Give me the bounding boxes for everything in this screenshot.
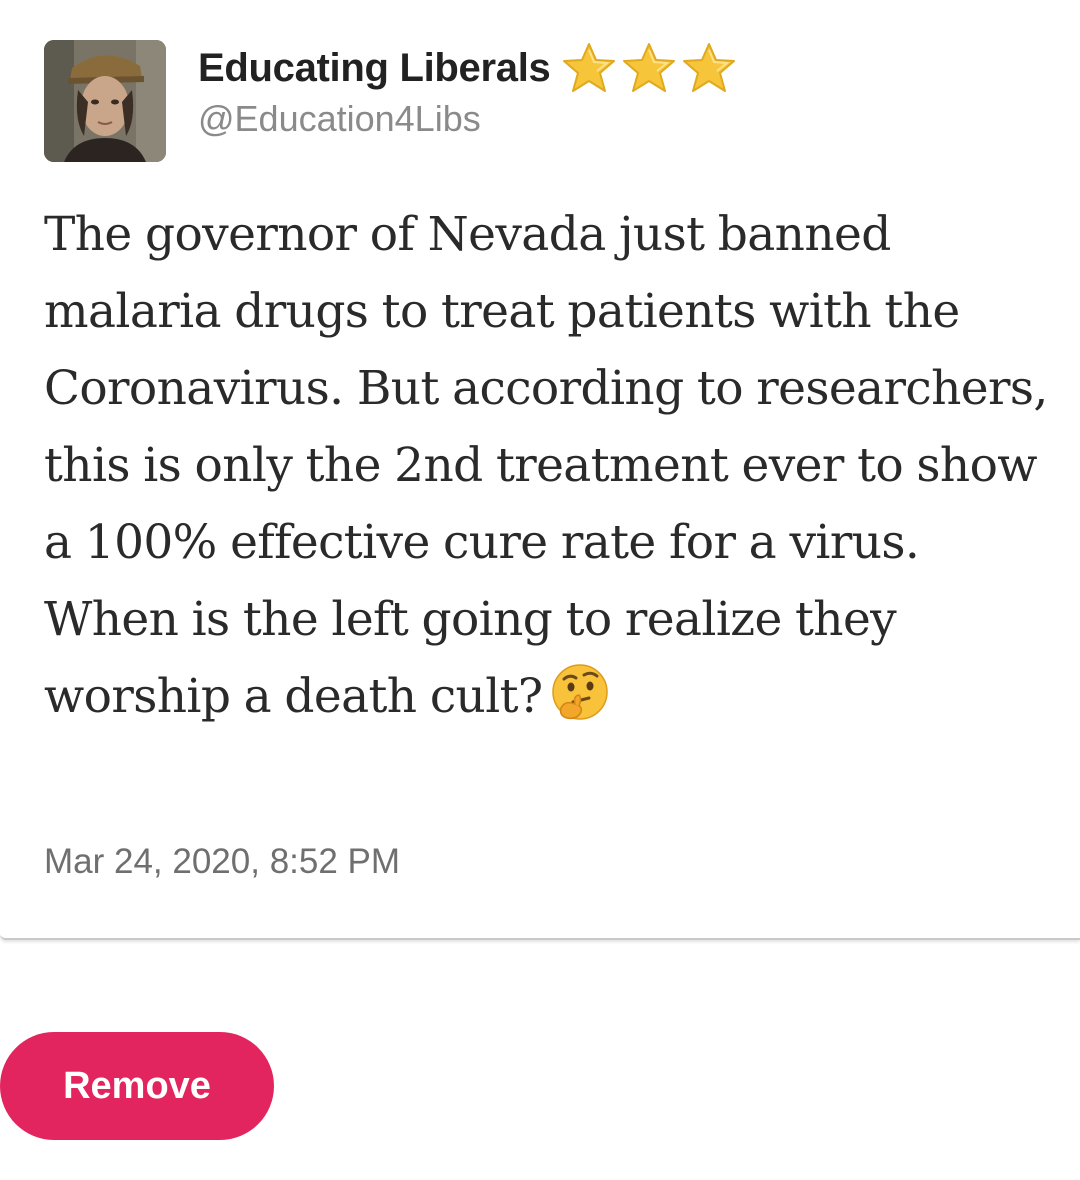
avatar-image (44, 40, 166, 162)
star-icon (563, 43, 616, 92)
name-row: Educating Liberals (198, 40, 738, 96)
tweet-card: Educating Liberals @Education4Libs The g… (0, 0, 1080, 940)
tweet-text: The governor of Nevada just banned malar… (44, 196, 1054, 735)
star-icon (623, 43, 676, 92)
tweet-timestamp[interactable]: Mar 24, 2020, 8:52 PM (44, 842, 400, 882)
display-name[interactable]: Educating Liberals (198, 46, 551, 91)
star-icon (683, 43, 736, 92)
badge-stars (560, 41, 738, 95)
tweet-body: The governor of Nevada just banned malar… (44, 207, 1048, 724)
remove-button[interactable]: Remove (0, 1032, 274, 1140)
user-handle[interactable]: @Education4Libs (198, 98, 481, 140)
avatar[interactable] (44, 40, 166, 162)
thinking-face-icon (551, 664, 608, 720)
